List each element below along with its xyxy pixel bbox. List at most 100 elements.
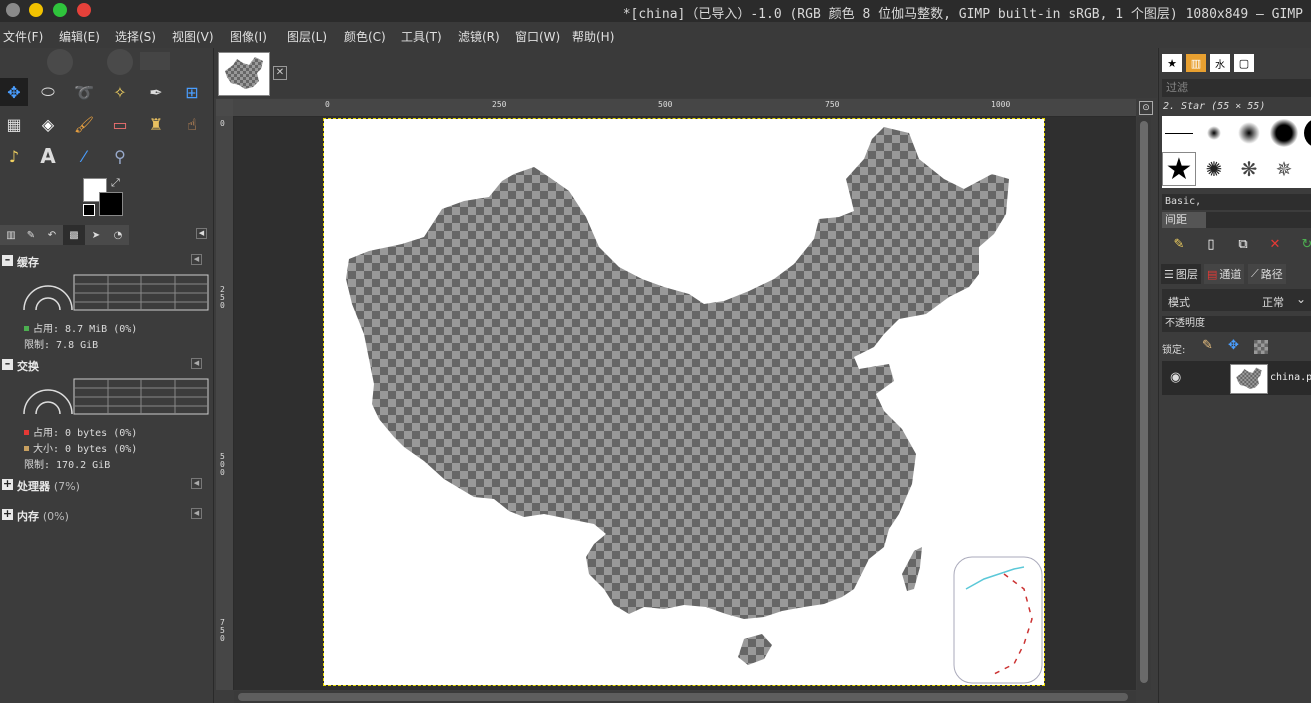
images-tab-icon[interactable]: ▩ [63,225,85,245]
text-tool-icon[interactable]: A [34,142,62,170]
new-brush-icon[interactable]: ▯ [1203,236,1219,252]
maximize-window-icon[interactable] [29,3,43,17]
layer-mode-select[interactable]: 模式 正常 ⌄ [1162,289,1311,311]
image-tab-thumbnail[interactable] [218,52,270,96]
brush-spacing-slider[interactable]: 间距 [1162,212,1311,228]
brush-grid[interactable]: ★ ✺ ❋ ✵ [1162,116,1311,188]
swap-menu-icon[interactable]: ◀ [191,358,202,369]
background-color-swatch[interactable] [99,192,123,216]
menu-select[interactable]: 选择(S) [115,28,156,45]
edit-brush-icon[interactable]: ✎ [1171,236,1187,252]
layer-opacity-slider[interactable]: 不透明度 [1162,316,1311,332]
v-tick-label: 750 [220,618,225,643]
lock-alpha-icon[interactable] [1254,340,1268,354]
cpu-section-header[interactable]: + 处理器 (7%) ◀ [0,476,212,494]
brush-star-icon[interactable]: ★ [1162,152,1196,187]
delete-brush-icon[interactable]: ✕ [1267,236,1283,252]
vertical-ruler[interactable]: 0 250 500 750 [216,116,234,690]
brush-hard-icon[interactable] [1302,116,1311,150]
brush-splatter-2-icon[interactable]: ❋ [1232,152,1266,186]
memory-section-header[interactable]: + 内存 (0%) ◀ [0,506,212,524]
menu-file[interactable]: 文件(F) [3,28,43,45]
refresh-brushes-icon[interactable]: ↻ [1299,236,1311,252]
menu-edit[interactable]: 编辑(E) [59,28,100,45]
color-picker-icon[interactable]: ⁄ [70,142,98,170]
panel-menu-icon[interactable]: ◀ [196,228,207,239]
cpu-menu-icon[interactable]: ◀ [191,478,202,489]
menu-layer[interactable]: 图层(L) [287,28,327,45]
zoom-tool-icon[interactable]: ⚲ [106,142,134,170]
brush-splatter-3-icon[interactable]: ✵ [1267,152,1301,186]
horizontal-ruler[interactable]: 0 250 500 750 1000 [233,99,1136,117]
ruler-corner[interactable] [216,99,233,116]
lock-pixels-icon[interactable]: ✎ [1202,338,1213,353]
menu-help[interactable]: 帮助(H) [572,28,614,45]
patterns-tab-icon[interactable]: ▥ [1186,54,1206,72]
fullscreen-window-icon[interactable] [53,3,67,17]
layer-row[interactable]: ◉ china.png [1162,361,1311,395]
brush-soft-small-icon[interactable] [1197,116,1231,150]
bucket-fill-icon[interactable]: ◈ [34,110,62,138]
minimize-window-icon[interactable] [6,3,20,17]
paths-icon[interactable]: ✒ [142,78,170,106]
menu-windows[interactable]: 窗口(W) [515,28,560,45]
brush-line-icon[interactable] [1162,116,1196,150]
document-history-tab-icon[interactable]: ▢ [1234,54,1254,72]
canvas-area[interactable] [234,117,1136,690]
zoom-image-icon[interactable]: ⊙ [1139,101,1153,115]
horizontal-scrollbar[interactable] [234,691,1136,703]
cache-section-header[interactable]: – 缓存 ◀ [0,252,212,270]
smudge-icon[interactable]: ☝ [178,110,206,138]
swap-section-header[interactable]: – 交换 ◀ [0,356,212,374]
vertical-scrollbar[interactable] [1137,117,1151,690]
cache-menu-icon[interactable]: ◀ [191,254,202,265]
brush-tag-field[interactable]: Basic, [1162,194,1311,210]
menu-tools[interactable]: 工具(T) [401,28,442,45]
brush-soft-medium-icon[interactable] [1232,116,1266,150]
menu-filters[interactable]: 滤镜(R) [458,28,500,45]
brush-soft-large-icon[interactable] [1267,116,1301,150]
close-tab-icon[interactable]: ✕ [273,66,287,80]
paths-tab-label: 路径 [1260,268,1283,281]
collapse-icon[interactable]: – [2,358,13,370]
tab-channels[interactable]: ▤ 通道 [1204,264,1245,284]
tab-paths[interactable]: ⟋ 路径 [1248,264,1286,284]
free-select-icon[interactable]: ➰ [70,78,98,106]
expand-icon[interactable]: + [2,478,13,490]
tool-options-tab-icon[interactable]: ▥ [0,225,22,245]
default-colors-icon[interactable] [83,204,95,216]
mode-value: 正常 [1262,296,1284,309]
menu-colors[interactable]: 颜色(C) [344,28,386,45]
brush-splatter-1-icon[interactable]: ✺ [1197,152,1231,186]
duplicate-brush-icon[interactable]: ⧉ [1235,236,1251,252]
menu-view[interactable]: 视图(V) [172,28,214,45]
image-canvas[interactable] [323,118,1045,686]
fuzzy-select-icon[interactable]: ✧ [106,78,134,106]
lock-position-icon[interactable]: ✥ [1228,338,1239,353]
eraser-icon[interactable]: ▭ [106,110,134,138]
swap-colors-icon[interactable]: ⤢ [111,176,120,190]
channels-tab-label: 通道 [1219,268,1242,281]
brush-filter-input[interactable]: 过滤 [1162,79,1311,97]
memory-menu-icon[interactable]: ◀ [191,508,202,519]
tab-layers[interactable]: ☰ 图层 [1161,264,1201,284]
device-status-tab-icon[interactable]: ✎ [20,225,42,245]
ellipse-select-icon[interactable]: ⬭ [34,78,62,106]
align-icon[interactable]: ⊞ [178,78,206,106]
eye-icon[interactable]: ◉ [1170,370,1181,385]
expand-icon[interactable]: + [2,508,13,520]
undo-history-tab-icon[interactable]: ↶ [41,225,63,245]
paintbrush-icon[interactable]: 🖌 [70,110,98,138]
dodge-burn-icon[interactable]: ♪ [0,142,28,170]
dashboard-tab-icon[interactable]: ◔ [107,225,129,245]
close-window-icon[interactable] [77,3,91,17]
menu-image[interactable]: 图像(I) [230,28,267,45]
collapse-icon[interactable]: – [2,254,13,266]
swap-label: 交换 [17,360,39,373]
warp-transform-icon[interactable]: ▦ [0,110,28,138]
brushes-tab-icon[interactable]: ★ [1162,54,1182,72]
move-tool-icon[interactable]: ✥ [0,78,28,106]
fonts-tab-icon[interactable]: 水 [1210,54,1230,72]
clone-icon[interactable]: ♜ [142,110,170,138]
pointer-tab-icon[interactable]: ➤ [85,225,107,245]
